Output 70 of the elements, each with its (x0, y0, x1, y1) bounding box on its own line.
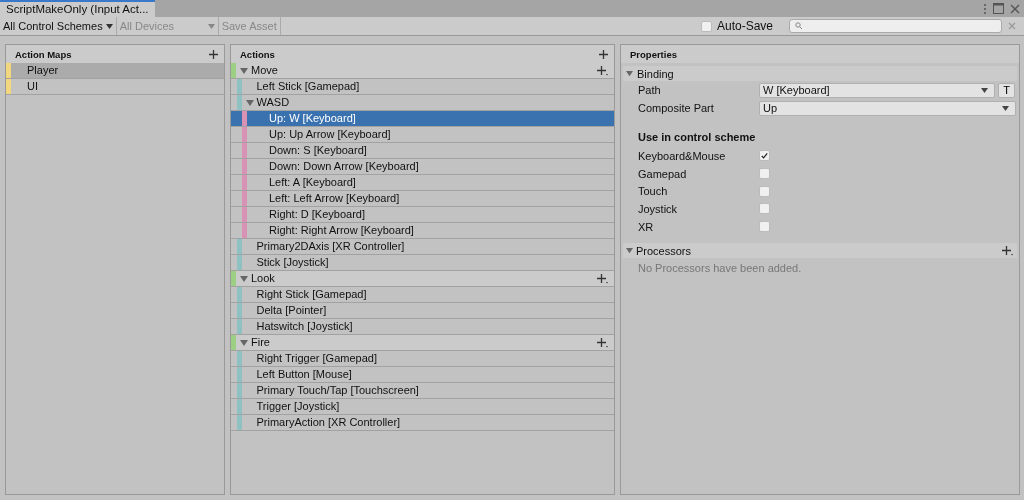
control-scheme-heading: Use in control scheme (637, 130, 757, 145)
empty-message: No Processors have been added. (637, 261, 803, 275)
scheme-checkbox[interactable] (759, 221, 770, 233)
more-icon[interactable] (983, 2, 987, 15)
expand-arrow-icon (626, 70, 633, 77)
composite-part-row[interactable]: Left: Left Arrow [Keyboard] (231, 191, 614, 207)
binding-row[interactable]: PrimaryAction [XR Controller] (231, 415, 614, 431)
composite-part-dropdown[interactable]: Up (759, 100, 1016, 116)
action-row[interactable]: Fire (231, 335, 614, 351)
action-row[interactable]: Look (231, 271, 614, 287)
path-dropdown[interactable]: W [Keyboard] (759, 82, 995, 98)
caret-icon (981, 87, 988, 93)
scheme-checkbox[interactable] (759, 203, 770, 215)
caret-icon (207, 23, 215, 29)
binding-row[interactable]: Primary2DAxis [XR Controller] (231, 239, 614, 255)
composite-part-row[interactable]: Down: Down Arrow [Keyboard] (231, 159, 614, 175)
binding-row[interactable]: Delta [Pointer] (231, 303, 614, 319)
close-icon[interactable] (1010, 3, 1020, 14)
maximize-icon[interactable] (993, 3, 1004, 14)
add-binding-icon[interactable] (597, 338, 608, 348)
add-icon[interactable] (599, 49, 608, 59)
binding-row[interactable]: Left Stick [Gamepad] (231, 79, 614, 95)
composite-part-row[interactable]: Right: Right Arrow [Keyboard] (231, 223, 614, 239)
auto-save-checkbox[interactable] (700, 20, 712, 32)
composite-part-label: Composite Part (638, 102, 715, 114)
composite-part-row[interactable]: Right: D [Keyboard] (231, 207, 614, 223)
scheme-label: XR (638, 220, 655, 233)
auto-save-label: Auto-Save (716, 19, 773, 33)
scheme-checkbox[interactable] (759, 168, 770, 180)
window-tab[interactable]: ScriptMakeOnly (Input Act... (0, 0, 155, 17)
composite-part-row[interactable]: Up: W [Keyboard] (231, 111, 614, 127)
panel-title: Actions (240, 48, 275, 60)
add-binding-icon[interactable] (597, 274, 608, 284)
binding-row[interactable]: Primary Touch/Tap [Touchscreen] (231, 383, 614, 399)
composite-part-row[interactable]: Up: Up Arrow [Keyboard] (231, 127, 614, 143)
search-icon (795, 22, 803, 30)
binding-row[interactable]: Trigger [Joystick] (231, 399, 614, 415)
composite-part-row[interactable]: Down: S [Keyboard] (231, 143, 614, 159)
scheme-checkbox[interactable] (759, 185, 770, 197)
action-map-row[interactable]: UI (6, 79, 224, 95)
search-field[interactable] (789, 19, 1002, 33)
scheme-checkbox[interactable] (759, 150, 770, 162)
clear-icon[interactable] (1008, 22, 1016, 30)
control-scheme-dropdown[interactable]: All Control Schemes (0, 17, 117, 35)
binding-row[interactable]: Right Trigger [Gamepad] (231, 351, 614, 367)
text-mode-button[interactable]: T (998, 82, 1015, 98)
composite-part-row[interactable]: Left: A [Keyboard] (231, 175, 614, 191)
action-map-row[interactable]: Player (6, 63, 224, 79)
path-label: Path (638, 84, 662, 96)
section-header[interactable]: Binding (623, 66, 1017, 81)
scheme-label: Gamepad (638, 167, 688, 180)
panel-title: Action Maps (15, 48, 72, 60)
scheme-label: Keyboard&Mouse (638, 149, 727, 162)
caret-icon (1002, 105, 1009, 111)
binding-row[interactable]: Left Button [Mouse] (231, 367, 614, 383)
binding-row[interactable]: Right Stick [Gamepad] (231, 287, 614, 303)
action-row[interactable]: Move (231, 63, 614, 79)
expand-arrow-icon[interactable] (240, 67, 248, 75)
expand-arrow-icon (626, 247, 633, 255)
add-icon[interactable] (1002, 245, 1013, 256)
caret-icon (105, 23, 113, 29)
scheme-label: Touch (638, 185, 669, 198)
expand-arrow-icon[interactable] (245, 99, 254, 107)
add-icon[interactable] (209, 49, 218, 59)
expand-arrow-icon[interactable] (240, 339, 248, 347)
panel-title: Properties (630, 48, 677, 60)
scheme-label: Joystick (638, 202, 679, 215)
section-header[interactable]: Processors (623, 243, 1017, 259)
expand-arrow-icon[interactable] (240, 275, 248, 283)
add-binding-icon[interactable] (597, 66, 608, 76)
